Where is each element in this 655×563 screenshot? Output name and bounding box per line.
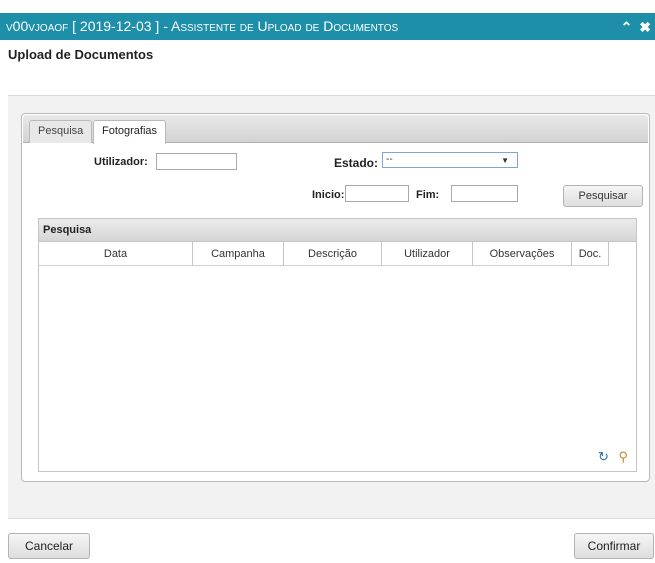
tab-pesquisa[interactable]: Pesquisa <box>29 120 93 143</box>
fim-label: Fim: <box>416 189 440 201</box>
column-header-data[interactable]: Data <box>39 242 193 266</box>
confirm-button[interactable]: Confirmar <box>574 533 654 559</box>
utilizador-input[interactable] <box>156 153 237 170</box>
grid-caption: Pesquisa <box>39 219 636 242</box>
window-titlebar: v00vjoaof [ 2019-12-03 ] - Assistente de… <box>0 13 655 40</box>
results-grid: Pesquisa Data Campanha Descrição Utiliza… <box>38 218 637 472</box>
search-icon[interactable]: ⚲ <box>618 449 628 464</box>
inicio-label: Inicio: <box>312 189 345 201</box>
window-controls: ⌃ ✖ <box>618 19 651 36</box>
window-title: v00vjoaof [ 2019-12-03 ] - Assistente de… <box>6 18 399 34</box>
column-header-utilizador[interactable]: Utilizador <box>382 242 473 266</box>
tab-bar: Pesquisa Fotografias <box>23 115 648 144</box>
page-title: Upload de Documentos <box>8 47 154 62</box>
inicio-input[interactable] <box>345 185 409 202</box>
divider-bottom <box>8 518 655 519</box>
utilizador-label: Utilizador: <box>94 156 148 168</box>
column-header-campanha[interactable]: Campanha <box>193 242 284 266</box>
dropdown-arrow-icon: ▼ <box>501 156 509 165</box>
refresh-icon[interactable]: ↻ <box>598 449 609 464</box>
close-icon[interactable]: ✖ <box>639 19 651 36</box>
column-header-descricao[interactable]: Descrição <box>284 242 382 266</box>
estado-value: -- <box>386 154 393 165</box>
grid-footer-icons: ↻ ⚲ <box>592 449 628 465</box>
column-header-doc[interactable]: Doc. <box>572 242 609 266</box>
cancel-button[interactable]: Cancelar <box>8 533 90 559</box>
estado-select[interactable]: -- ▼ <box>382 152 518 168</box>
tab-fotografias[interactable]: Fotografias <box>93 120 167 144</box>
estado-label: Estado: <box>334 156 379 170</box>
pesquisar-button[interactable]: Pesquisar <box>563 185 643 207</box>
fim-input[interactable] <box>451 185 518 202</box>
chevron-up-icon[interactable]: ⌃ <box>621 19 633 36</box>
column-header-observacoes[interactable]: Observações <box>473 242 572 266</box>
